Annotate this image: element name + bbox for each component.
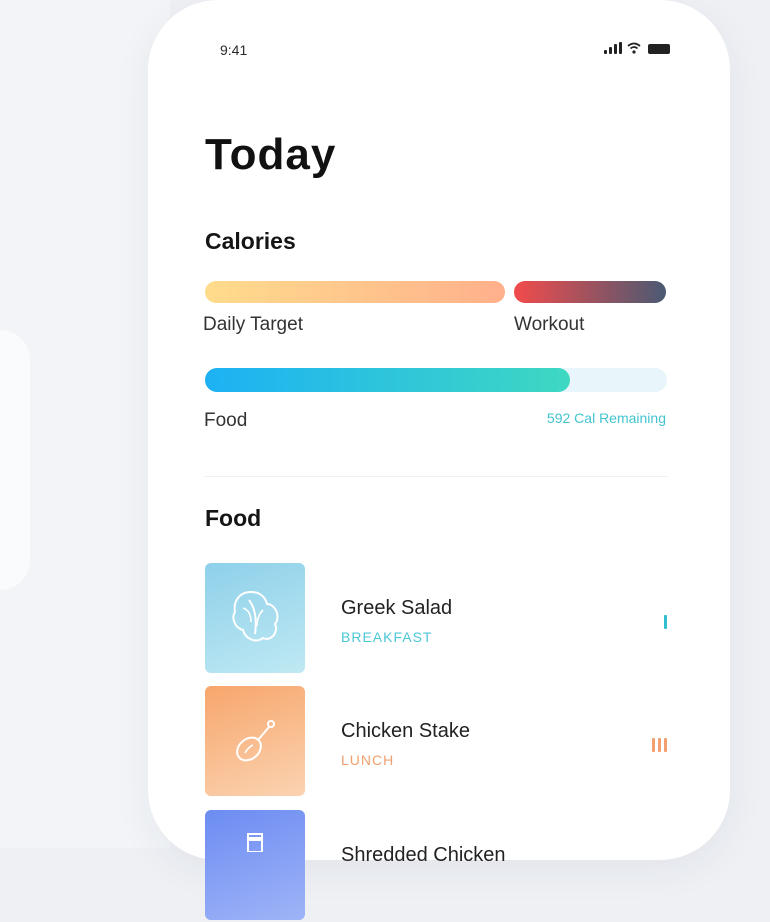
food-thumbnail <box>205 686 305 796</box>
daily-target-bar <box>205 281 505 303</box>
status-time: 9:41 <box>220 42 248 58</box>
workout-label: Workout <box>514 314 585 335</box>
phone-screen: 9:41 Today Calories Daily Target Workout… <box>148 0 730 920</box>
food-thumbnail <box>205 563 305 673</box>
food-progress-fill <box>205 368 570 392</box>
background-tab <box>0 330 30 590</box>
food-item-greek-salad[interactable]: Greek Salad BREAKFAST <box>205 563 667 675</box>
lettuce-icon <box>232 590 279 642</box>
food-item-name: Greek Salad <box>341 597 453 619</box>
food-progress-label: Food <box>204 410 248 431</box>
calories-heading: Calories <box>205 228 296 254</box>
status-icons <box>604 42 670 54</box>
wifi-icon <box>627 42 641 54</box>
food-item-meal: LUNCH <box>341 752 395 768</box>
food-thumbnail <box>205 810 305 920</box>
food-heading: Food <box>205 505 262 531</box>
jar-icon <box>247 833 263 852</box>
calories-remaining: 592 Cal Remaining <box>546 410 666 426</box>
food-item-meal: BREAKFAST <box>341 629 433 645</box>
food-item-chicken-stake[interactable]: Chicken Stake LUNCH <box>205 686 667 798</box>
page-title: Today <box>205 130 337 179</box>
intensity-indicator <box>652 738 667 752</box>
battery-icon <box>648 44 670 54</box>
workout-bar <box>514 281 666 303</box>
food-progress-bar <box>205 368 667 392</box>
drumstick-icon <box>236 720 275 762</box>
food-item-name: Shredded Chicken <box>341 844 506 866</box>
daily-target-label: Daily Target <box>203 314 303 335</box>
signal-icon <box>604 42 622 54</box>
intensity-indicator <box>664 615 667 629</box>
food-item-shredded-chicken[interactable]: Shredded Chicken <box>205 810 667 922</box>
divider <box>205 476 667 477</box>
food-item-name: Chicken Stake <box>341 720 470 742</box>
